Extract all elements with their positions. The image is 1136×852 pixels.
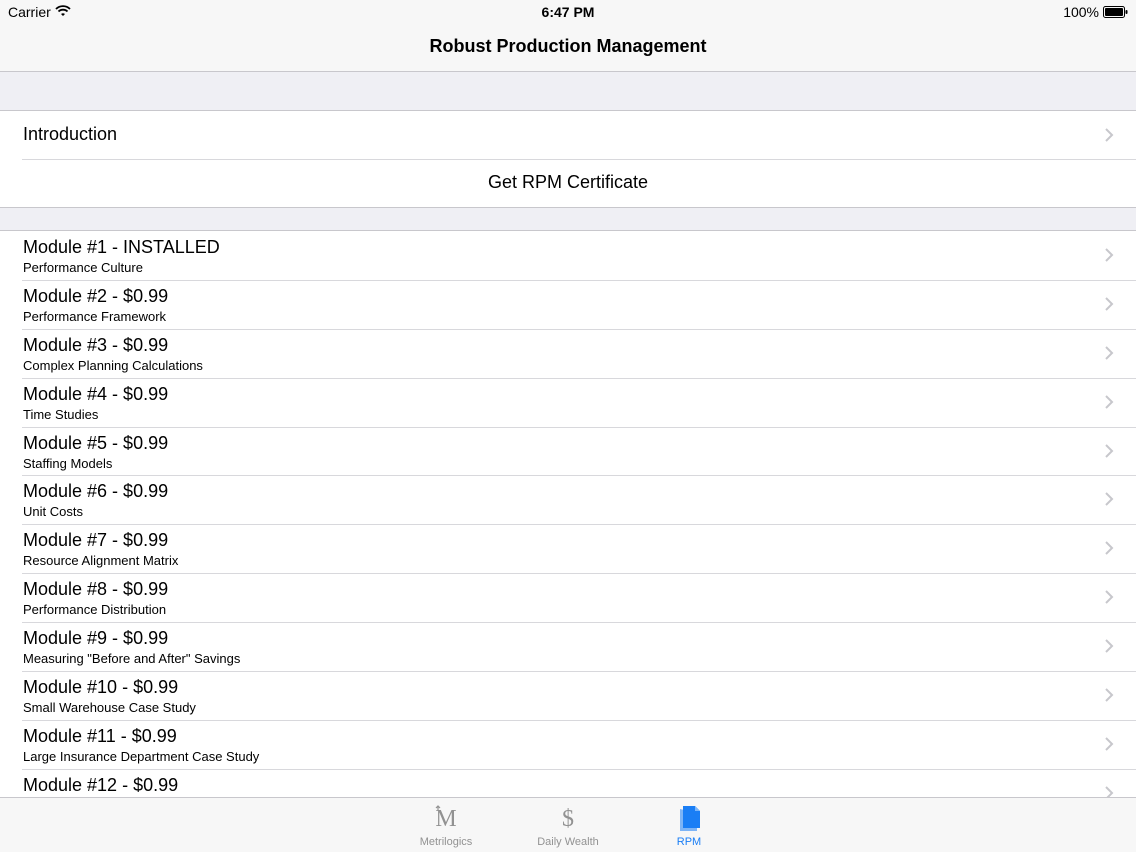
module-row-8[interactable]: Module #8 - $0.99 Performance Distributi… xyxy=(0,573,1136,623)
get-certificate-button[interactable]: Get RPM Certificate xyxy=(0,159,1136,207)
chevron-right-icon xyxy=(1105,346,1114,360)
module-title: Module #11 - $0.99 xyxy=(23,725,177,746)
table-view[interactable]: Introduction Get RPM Certificate Module … xyxy=(0,72,1136,797)
chevron-right-icon xyxy=(1105,590,1114,604)
chevron-right-icon xyxy=(1105,737,1114,751)
tab-rpm[interactable]: RPM xyxy=(644,798,734,852)
chevron-right-icon xyxy=(1105,248,1114,262)
chevron-right-icon xyxy=(1105,639,1114,653)
chevron-right-icon xyxy=(1105,443,1114,458)
module-subtitle: Performance Distribution xyxy=(23,602,167,618)
module-subtitle: Small Warehouse Case Study xyxy=(23,700,196,716)
tab-daily-wealth[interactable]: $ Daily Wealth xyxy=(523,798,613,852)
module-title: Module #8 - $0.99 xyxy=(23,579,169,600)
tab-label: Daily Wealth xyxy=(537,836,599,848)
module-title: Module #6 - $0.99 xyxy=(23,481,169,502)
chevron-right-icon xyxy=(1105,128,1114,142)
module-subtitle: Unit Costs xyxy=(23,504,83,520)
module-subtitle: Time Studies xyxy=(23,406,99,422)
module-row-6[interactable]: Module #6 - $0.99 Unit Costs xyxy=(0,475,1136,525)
module-title: Module #5 - $0.99 xyxy=(23,432,169,453)
module-row-4[interactable]: Module #4 - $0.99 Time Studies xyxy=(0,377,1136,427)
module-title: Module #9 - $0.99 xyxy=(23,628,169,649)
modules-section: Module #1 - INSTALLED Performance Cultur… xyxy=(0,230,1136,797)
module-subtitle: Performance Framework xyxy=(23,308,167,324)
module-subtitle: Resource Alignment Matrix xyxy=(23,553,179,569)
navigation-bar: Robust Production Management xyxy=(0,24,1136,72)
module-subtitle: Large Insurance Department Case Study xyxy=(23,748,260,764)
intro-section: Introduction Get RPM Certificate xyxy=(0,110,1136,208)
section-spacer xyxy=(0,208,1136,230)
chevron-right-icon xyxy=(1105,394,1114,409)
chevron-right-icon xyxy=(1105,297,1114,311)
battery-icon xyxy=(1103,6,1128,18)
tab-bar: M Metrilogics $ Daily Wealth RPM xyxy=(0,797,1136,852)
dollar-icon: $ xyxy=(562,806,574,832)
status-bar: Carrier 6:47 PM 100% xyxy=(0,0,1136,24)
module-row-7[interactable]: Module #7 - $0.99 Resource Alignment Mat… xyxy=(0,524,1136,574)
chevron-right-icon xyxy=(1105,492,1114,507)
module-row-3[interactable]: Module #3 - $0.99 Complex Planning Calcu… xyxy=(0,328,1136,378)
module-row-5[interactable]: Module #5 - $0.99 Staffing Models xyxy=(0,426,1136,476)
module-subtitle: Staffing Models xyxy=(23,455,113,471)
chevron-right-icon xyxy=(1105,786,1114,797)
chevron-right-icon xyxy=(1105,688,1114,702)
module-row-1[interactable]: Module #1 - INSTALLED Performance Cultur… xyxy=(0,231,1136,280)
module-row-12[interactable]: Module #12 - $0.99 xyxy=(0,768,1136,797)
page-title: Robust Production Management xyxy=(429,36,707,56)
module-row-9[interactable]: Module #9 - $0.99 Measuring "Before and … xyxy=(0,622,1136,672)
tab-label: RPM xyxy=(676,836,702,848)
module-title: Module #4 - $0.99 xyxy=(23,383,169,404)
document-icon xyxy=(680,806,700,831)
module-subtitle: Complex Planning Calculations xyxy=(23,357,203,373)
introduction-row[interactable]: Introduction xyxy=(0,111,1136,159)
screen: Carrier 6:47 PM 100% Robust Production M… xyxy=(0,0,1136,852)
metrilogics-m-icon: M xyxy=(435,805,457,832)
section-spacer xyxy=(0,72,1136,110)
module-subtitle: Performance Culture xyxy=(23,260,143,275)
module-title: Module #12 - $0.99 xyxy=(23,774,179,795)
module-subtitle: Measuring "Before and After" Savings xyxy=(23,651,241,667)
module-row-10[interactable]: Module #10 - $0.99 Small Warehouse Case … xyxy=(0,671,1136,720)
module-row-11[interactable]: Module #11 - $0.99 Large Insurance Depar… xyxy=(0,719,1136,769)
tab-label: Metrilogics xyxy=(419,836,473,848)
tab-metrilogics[interactable]: M Metrilogics xyxy=(401,798,491,852)
get-certificate-label: Get RPM Certificate xyxy=(487,172,649,192)
module-row-2[interactable]: Module #2 - $0.99 Performance Framework xyxy=(0,279,1136,329)
battery-percentage: 100% xyxy=(1063,4,1099,20)
svg-text:$: $ xyxy=(562,806,574,832)
introduction-label: Introduction xyxy=(23,124,118,144)
module-title: Module #2 - $0.99 xyxy=(23,285,169,306)
module-title: Module #7 - $0.99 xyxy=(23,530,169,551)
module-title: Module #3 - $0.99 xyxy=(23,334,169,355)
module-title: Module #10 - $0.99 xyxy=(23,677,179,698)
status-time: 6:47 PM xyxy=(541,4,595,20)
module-title: Module #1 - INSTALLED xyxy=(23,237,220,257)
chevron-right-icon xyxy=(1105,541,1114,556)
